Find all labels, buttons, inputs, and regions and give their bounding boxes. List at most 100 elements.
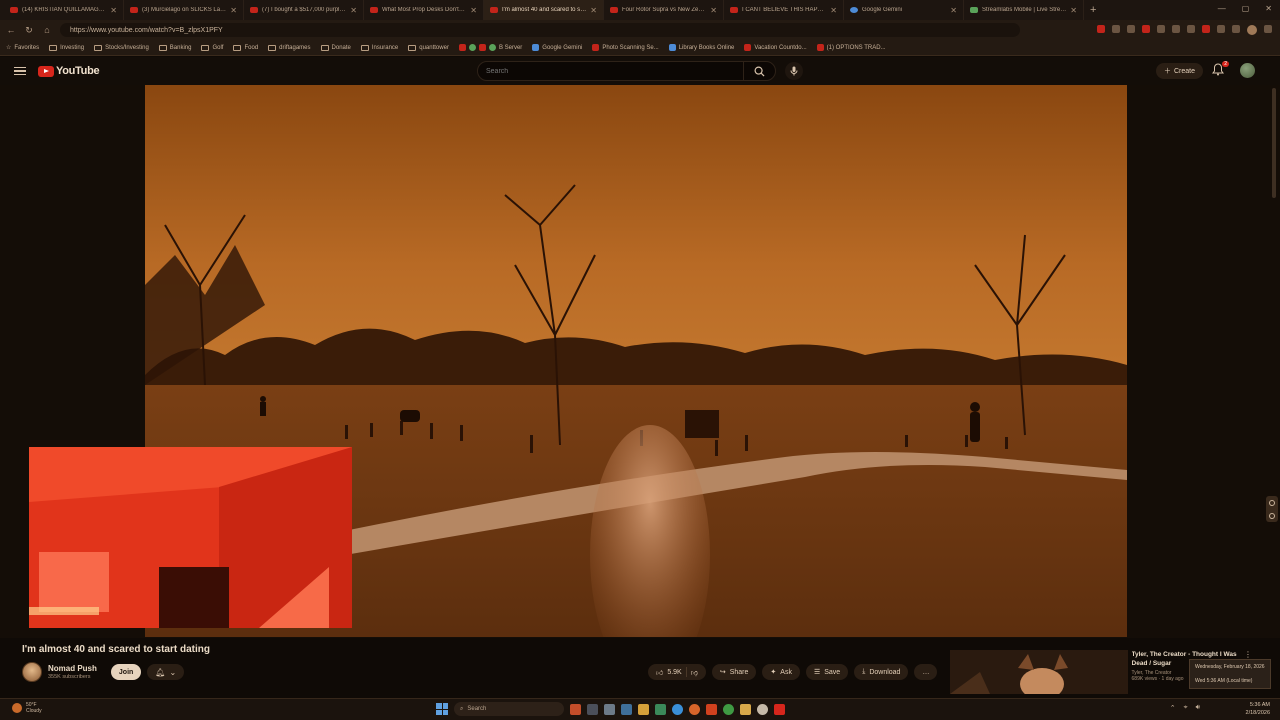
profile-icon[interactable] [1247, 25, 1257, 35]
hamburger-menu-icon[interactable] [14, 66, 26, 76]
bookmark-link[interactable]: (1) OPTIONS TRAD... [816, 44, 886, 51]
close-tab-icon[interactable]: ✕ [470, 6, 477, 15]
taskbar-app-icon[interactable] [655, 703, 666, 715]
bookmark-link[interactable]: Library Books Online [668, 44, 734, 51]
extension-icon[interactable] [1202, 25, 1210, 33]
refresh-icon[interactable]: ↻ [22, 23, 36, 37]
taskbar-app-icon[interactable] [757, 703, 768, 715]
taskbar-app-icon[interactable] [570, 703, 581, 715]
settings-gear-icon[interactable] [604, 703, 615, 715]
task-view-icon[interactable] [587, 703, 598, 715]
youtube-play-icon [38, 65, 54, 77]
close-tab-icon[interactable]: ✕ [950, 6, 957, 15]
browser-tab[interactable]: Streamlabs Mobile | Live Streamin ✕ [964, 0, 1084, 20]
close-tab-icon[interactable]: ✕ [590, 6, 597, 15]
thumbs-down-icon[interactable]: 👎︎ [691, 668, 698, 677]
microphone-icon[interactable] [785, 62, 803, 80]
extension-icon[interactable] [1172, 25, 1180, 33]
up-next-thumbnail[interactable] [950, 650, 1128, 694]
browser-tab[interactable]: Four Rotor Supra vs New Zealand ✕ [604, 0, 724, 20]
taskbar-app-icon[interactable] [740, 703, 751, 715]
bookmark-folder[interactable]: quanttower [408, 44, 449, 51]
extension-icon[interactable] [1232, 25, 1240, 33]
scrollbar[interactable] [1272, 88, 1276, 198]
download-button[interactable]: ⤓ Download [854, 664, 909, 680]
taskbar-app-icon[interactable] [621, 703, 632, 715]
bookmark-favorites[interactable]: ☆ Favorites [6, 44, 39, 52]
minimize-icon[interactable]: — [1218, 4, 1226, 13]
close-tab-icon[interactable]: ✕ [1070, 6, 1077, 15]
browser-tab[interactable]: (3) Murcielago on SLICKS Laps the✕ [124, 0, 244, 20]
taskbar-app-icon[interactable] [774, 703, 785, 715]
bookmark-folder[interactable]: Food [233, 44, 258, 51]
volume-icon[interactable]: 🔊︎ [1196, 704, 1200, 712]
brave-icon[interactable] [706, 703, 717, 715]
firefox-icon[interactable] [689, 703, 700, 715]
thumbs-up-icon[interactable]: 👍︎ [656, 668, 663, 677]
notifications-bell-icon[interactable]: 2 [1212, 61, 1229, 77]
browser-tab[interactable]: I CANT BELIEVE THIS HAPPENED ✕ [724, 0, 844, 20]
search-input[interactable] [478, 67, 738, 75]
extension-icon[interactable] [1217, 25, 1225, 33]
home-icon[interactable]: ⌂ [40, 23, 54, 37]
browser-tab-active[interactable]: I'm almost 40 and scared to start ✕ [484, 0, 604, 20]
bookmark-link[interactable]: Google Gemini [532, 44, 582, 51]
taskbar-search[interactable]: ⌕ Search [454, 702, 564, 716]
extension-icon[interactable] [1112, 25, 1120, 33]
more-options-icon[interactable]: ⋮ [1244, 650, 1252, 659]
bookmark-folder[interactable]: Stocks/Investing [94, 44, 149, 51]
chevron-up-icon[interactable]: ⌃ [1170, 704, 1176, 712]
bookmark-folder[interactable]: Golf [201, 44, 223, 51]
menu-dots-icon[interactable] [1264, 25, 1272, 33]
more-actions-button[interactable]: … [914, 664, 938, 680]
extension-icon[interactable] [1097, 25, 1105, 33]
youtube-logo[interactable]: YouTube [38, 65, 100, 77]
close-tab-icon[interactable]: ✕ [350, 6, 357, 15]
channel-avatar[interactable] [22, 662, 42, 682]
join-button[interactable]: Join [110, 664, 142, 680]
taskbar-clock[interactable]: 5:36 AM 2/18/2026 [1246, 701, 1270, 717]
save-button[interactable]: ☰ Save [805, 664, 849, 680]
address-bar[interactable]: https://www.youtube.com/watch?v=B_zlpsX1… [60, 23, 1020, 37]
new-tab-button[interactable]: + [1084, 4, 1102, 16]
xbox-icon[interactable] [723, 703, 734, 715]
extension-icon[interactable] [1157, 25, 1165, 33]
bookmark-folder[interactable]: Donate [320, 44, 351, 51]
share-button[interactable]: ↪ Share [711, 664, 757, 680]
bookmark-link[interactable]: B Server [458, 44, 522, 51]
network-icon[interactable]: ⌖ [1184, 704, 1188, 712]
subscription-bell-button[interactable]: 🔔︎ ⌄ [147, 664, 185, 680]
browser-tab[interactable]: What Most Prop Desks Don't Wa ✕ [364, 0, 484, 20]
windows-start-icon[interactable] [436, 703, 448, 715]
extension-icon[interactable] [1127, 25, 1135, 33]
browser-tab[interactable]: Google Gemini ✕ [844, 0, 964, 20]
bookmark-folder[interactable]: driftagames [268, 44, 311, 51]
bookmark-folder[interactable]: Insurance [360, 44, 398, 51]
ask-button[interactable]: ✦ Ask [762, 664, 800, 680]
bookmark-folder[interactable]: Investing [49, 44, 84, 51]
channel-name[interactable]: Nomad Push [48, 664, 97, 673]
account-avatar[interactable] [1240, 63, 1255, 78]
bookmark-link[interactable]: Vacation Countdo... [744, 44, 807, 51]
extension-icon[interactable] [1142, 25, 1150, 33]
tooltip-date: Wednesday, February 18, 2026 [1195, 664, 1265, 670]
side-widget-button[interactable] [1266, 496, 1278, 522]
weather-widget[interactable]: 50°F Cloudy [12, 702, 42, 714]
edge-browser-icon[interactable] [672, 703, 683, 715]
close-tab-icon[interactable]: ✕ [830, 6, 837, 15]
browser-tab[interactable]: (7) I bought a $517,000 purple Fe ✕ [244, 0, 364, 20]
browser-tab[interactable]: (14) KRISTIAN QUILLAMAGGIE - M✕ [4, 0, 124, 20]
close-tab-icon[interactable]: ✕ [230, 6, 237, 15]
extension-icon[interactable] [1187, 25, 1195, 33]
bookmark-link[interactable]: Photo Scanning Se... [592, 44, 659, 51]
like-dislike-button[interactable]: 👍︎ 5.9K 👎︎ [648, 664, 706, 680]
maximize-icon[interactable]: ▢ [1242, 4, 1250, 13]
close-tab-icon[interactable]: ✕ [110, 6, 117, 15]
back-arrow-icon[interactable]: ← [4, 23, 18, 37]
file-explorer-icon[interactable] [638, 703, 649, 715]
close-window-icon[interactable]: ✕ [1265, 4, 1272, 13]
bookmark-folder[interactable]: Banking [158, 44, 191, 51]
close-tab-icon[interactable]: ✕ [710, 6, 717, 15]
create-button[interactable]: ＋ Create [1156, 63, 1204, 79]
search-button[interactable] [743, 62, 775, 80]
